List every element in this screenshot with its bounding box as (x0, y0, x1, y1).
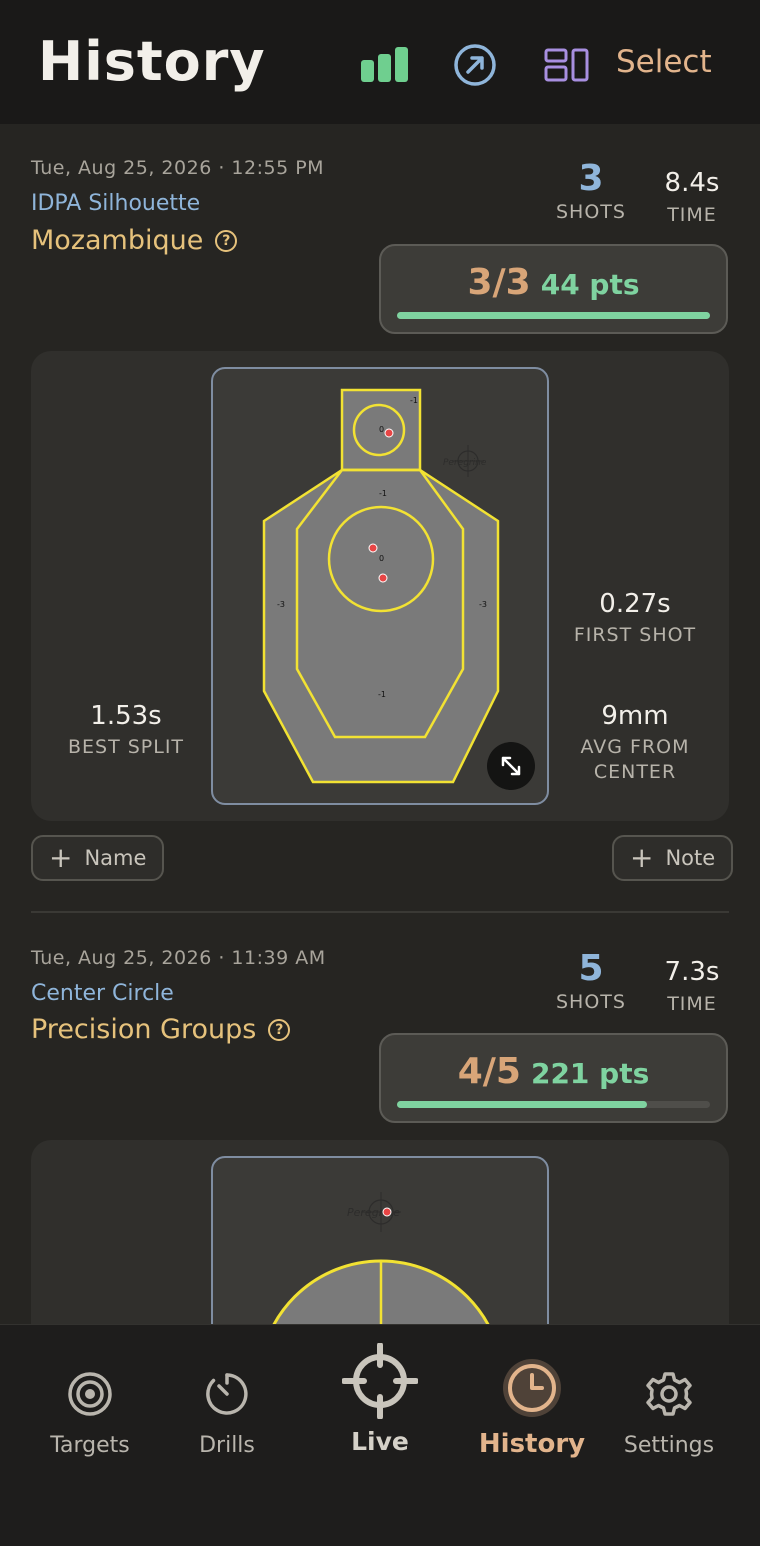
gear-icon (609, 1365, 729, 1423)
drill-name: Mozambique ? (31, 225, 238, 256)
time-value: 7.3s (664, 957, 720, 987)
target-icon (30, 1365, 150, 1423)
score-points: 44 pts (540, 268, 640, 301)
tab-history[interactable]: History (472, 1357, 592, 1459)
avg-center-value: 9mm (601, 701, 669, 731)
best-split-value: 1.53s (90, 701, 162, 731)
time-value: 8.4s (664, 168, 720, 198)
help-icon[interactable]: ? (215, 229, 238, 252)
share-circle-icon[interactable] (448, 40, 502, 90)
tab-label: Live (351, 1427, 409, 1456)
score-progress-fill (397, 1101, 648, 1108)
zone-label: 0 (379, 554, 384, 563)
zone-label: -1 (410, 396, 418, 405)
timer-icon (167, 1365, 287, 1423)
plus-icon: + (630, 841, 654, 874)
add-note-button[interactable]: + Note (612, 835, 734, 881)
tab-label: Drills (199, 1433, 255, 1458)
zone-label: 0 (379, 425, 384, 434)
tab-label: Targets (50, 1433, 130, 1458)
zone-label: -1 (379, 489, 387, 498)
watermark-text: Peregrine (443, 458, 487, 468)
best-split-stat: 1.53s BEST SPLIT (46, 701, 206, 760)
session-date: Tue, Aug 25, 2026 · 11:39 AM (31, 947, 326, 969)
score-box: 4/5 221 pts (379, 1033, 728, 1123)
score-box: 3/3 44 pts (379, 244, 728, 334)
watermark-logo: Peregrine (347, 1192, 401, 1232)
layout-toggle-icon[interactable] (540, 40, 594, 90)
shots-value: 3 (578, 158, 604, 199)
time-label: TIME (667, 204, 717, 226)
shots-stat: 5 SHOTS (546, 948, 636, 1013)
first-shot-label: FIRST SHOT (573, 624, 697, 646)
drill-name: Precision Groups ? (31, 1014, 291, 1045)
page-title: History (38, 30, 266, 93)
add-name-button[interactable]: + Name (31, 835, 165, 881)
avg-center-label: AVG FROM CENTER (580, 736, 690, 783)
score-progress-track (397, 312, 710, 319)
shots-stat: 3 SHOTS (546, 158, 636, 223)
best-split-label: BEST SPLIT (67, 736, 185, 758)
shots-label: SHOTS (556, 201, 626, 223)
add-name-label: Name (84, 846, 147, 870)
tab-label: History (478, 1429, 586, 1459)
expand-icon[interactable] (487, 742, 535, 790)
avg-center-stat: 9mm AVG FROM CENTER (555, 701, 715, 785)
header: History Select (0, 0, 760, 124)
score-fraction: 3/3 (467, 262, 531, 303)
score-line: 4/5 221 pts (381, 1051, 726, 1092)
history-feed[interactable]: Tue, Aug 25, 2026 · 12:55 PM IDPA Silhou… (0, 124, 760, 1324)
tab-drills[interactable]: Drills (167, 1365, 287, 1458)
session-date: Tue, Aug 25, 2026 · 12:55 PM (31, 157, 325, 179)
score-line: 3/3 44 pts (381, 262, 726, 303)
target-type: Center Circle (31, 981, 174, 1006)
target-image[interactable]: Peregrine (211, 1156, 549, 1324)
zone-label: -3 (277, 600, 285, 609)
shots-label: SHOTS (556, 991, 626, 1013)
crosshair-icon (320, 1343, 440, 1419)
watermark-logo: Peregrine (443, 445, 487, 477)
watermark-text: Peregrine (347, 1206, 400, 1219)
help-icon[interactable]: ? (268, 1018, 291, 1041)
time-label: TIME (667, 993, 717, 1015)
drill-name-label: Precision Groups (31, 1014, 257, 1045)
zone-label: -3 (479, 600, 487, 609)
tab-label: Settings (623, 1433, 715, 1458)
add-note-label: Note (665, 846, 716, 870)
first-shot-value: 0.27s (599, 589, 671, 619)
score-progress-fill (397, 312, 710, 319)
tab-settings[interactable]: Settings (609, 1365, 729, 1458)
score-fraction: 4/5 (457, 1051, 521, 1092)
drill-name-label: Mozambique (31, 225, 204, 256)
target-type: IDPA Silhouette (31, 191, 201, 216)
bar-chart-icon[interactable] (358, 40, 412, 90)
time-stat: 8.4s TIME (647, 168, 737, 226)
tab-bar: Targets Drills Live History Settings (0, 1324, 760, 1546)
select-button[interactable]: Select (616, 44, 712, 80)
plus-icon: + (49, 841, 73, 874)
clock-icon (472, 1357, 592, 1419)
shots-value: 5 (578, 948, 604, 989)
tab-targets[interactable]: Targets (30, 1365, 150, 1458)
target-panel: Peregrine (31, 1140, 729, 1324)
score-points: 221 pts (530, 1057, 650, 1090)
zone-label: -1 (378, 690, 386, 699)
tab-live[interactable]: Live (320, 1343, 440, 1456)
time-stat: 7.3s TIME (647, 957, 737, 1015)
score-progress-track (397, 1101, 710, 1108)
target-image[interactable]: -1 0 -1 0 -3 -3 -1 Peregrine (211, 367, 549, 805)
first-shot-stat: 0.27s FIRST SHOT (555, 589, 715, 648)
target-panel: -1 0 -1 0 -3 -3 -1 Peregrine 1.53s BEST … (31, 351, 729, 821)
session-divider (31, 911, 729, 913)
